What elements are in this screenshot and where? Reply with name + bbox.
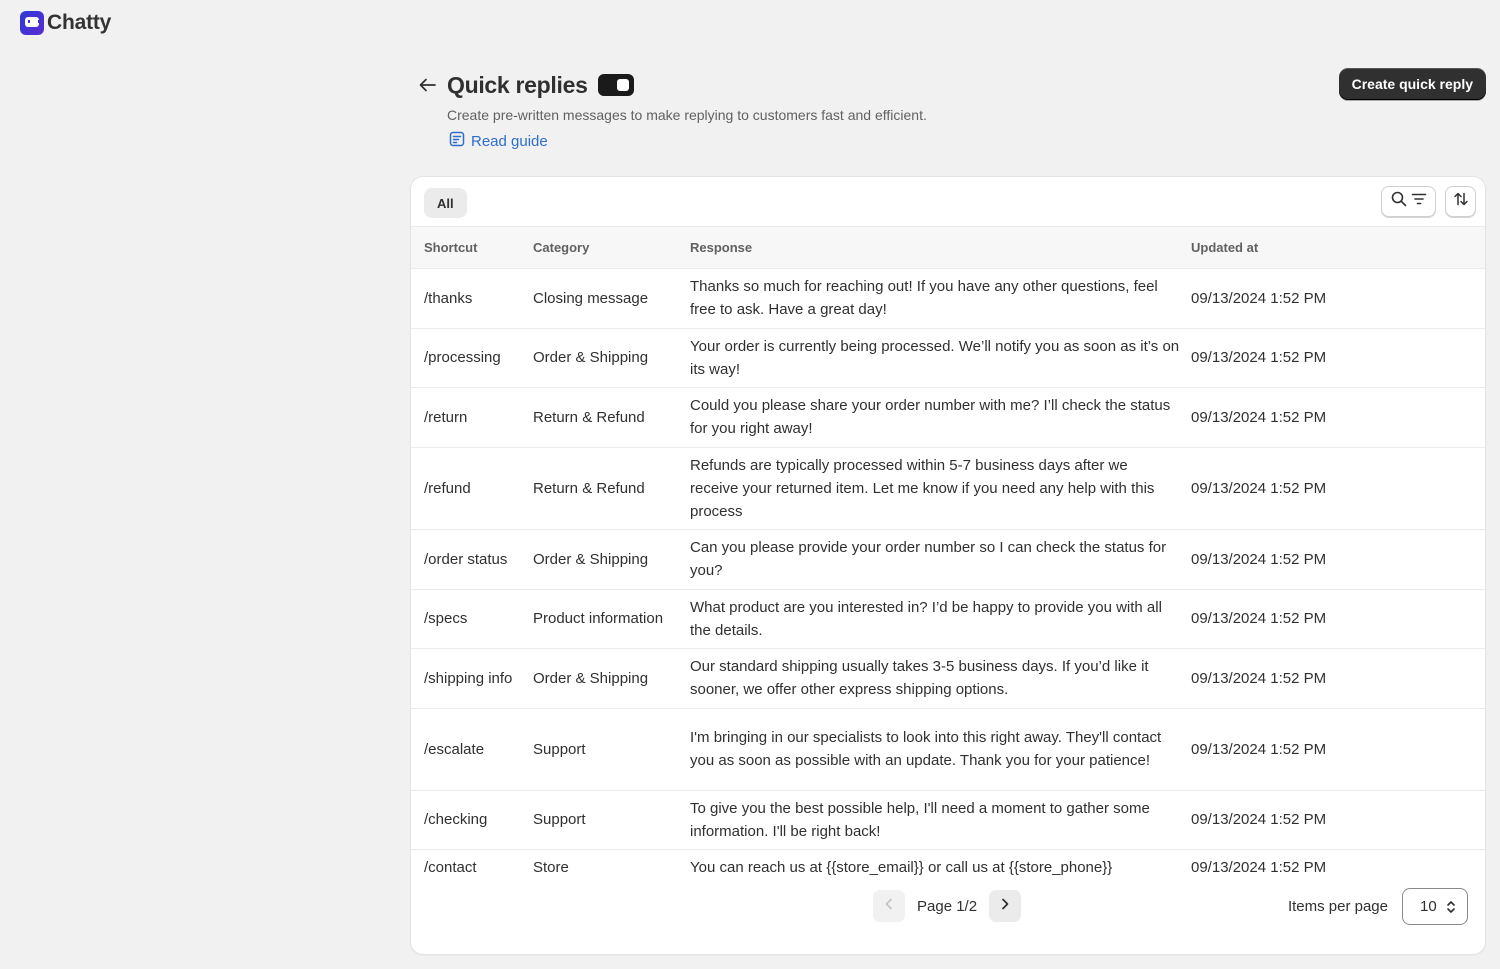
page-indicator: Page 1/2: [917, 897, 978, 915]
read-guide-link[interactable]: Read guide: [449, 131, 548, 151]
next-page-button[interactable]: [989, 890, 1022, 922]
cell-shortcut: /return: [424, 408, 468, 426]
chevron-right-icon: [1000, 897, 1010, 915]
page-header: Quick replies Create pre-written message…: [416, 68, 1486, 152]
table-row[interactable]: /escalate Support I'm bringing in our sp…: [411, 708, 1485, 790]
tab-all[interactable]: All: [424, 188, 467, 218]
cell-updated-at: 09/13/2024 1:52 PM: [1191, 289, 1327, 307]
search-icon: [1391, 191, 1407, 212]
items-per-page-label: Items per page: [1287, 898, 1388, 915]
table-row[interactable]: /refund Return & Refund Refunds are typi…: [411, 447, 1485, 529]
search-filter-button[interactable]: [1381, 186, 1436, 217]
sort-button[interactable]: [1445, 186, 1476, 217]
cell-updated-at: 09/13/2024 1:52 PM: [1191, 349, 1327, 366]
cell-response: What product are you interested in? I’d …: [690, 598, 1162, 639]
cell-shortcut: /specs: [424, 610, 468, 627]
cell-response: To give you the best possible help, I'll…: [690, 799, 1150, 840]
cell-shortcut: /refund: [424, 479, 471, 497]
cell-response: I'm bringing in our specialists to look …: [690, 729, 1162, 769]
table-footer: Page 1/2 Items per page 10: [411, 880, 1485, 954]
chevron-up-down-icon: [1446, 899, 1456, 919]
previous-page-button[interactable]: [873, 890, 905, 922]
arrow-left-icon[interactable]: [416, 74, 438, 96]
cell-updated-at: 09/13/2024 1:52 PM: [1191, 610, 1327, 627]
cell-updated-at: 09/13/2024 1:52 PM: [1191, 740, 1327, 758]
column-header-updated-at[interactable]: Updated at: [1184, 227, 1485, 268]
filter-lines-icon: [1411, 192, 1427, 211]
table-row[interactable]: /shipping info Order & Shipping Our stan…: [411, 648, 1485, 708]
table-row[interactable]: /order status Order & Shipping Can you p…: [411, 529, 1485, 589]
items-per-page-select[interactable]: 10: [1402, 888, 1468, 925]
cell-response: Our standard shipping usually takes 3-5 …: [690, 658, 1149, 698]
cell-response: Your order is currently being processed.…: [690, 337, 1180, 378]
cell-updated-at: 09/13/2024 1:52 PM: [1191, 479, 1327, 497]
items-per-page-value: 10: [1420, 898, 1437, 915]
cell-category: Return & Refund: [533, 408, 645, 426]
create-quick-reply-button[interactable]: Create quick reply: [1338, 68, 1486, 100]
cell-response: Thanks so much for reaching out! If you …: [690, 278, 1158, 318]
cell-shortcut: /escalate: [424, 740, 485, 758]
cell-category: Product information: [533, 610, 664, 627]
table-toolbar: All: [411, 177, 1485, 227]
cell-category: Support: [533, 811, 586, 828]
cell-updated-at: 09/13/2024 1:52 PM: [1191, 408, 1327, 426]
read-guide-label: Read guide: [471, 132, 548, 150]
cell-category: Order & Shipping: [533, 550, 649, 568]
pagination: Page 1/2: [873, 890, 1022, 922]
quick-replies-table: Shortcut Category Response Updated at /t…: [411, 227, 1485, 886]
cell-category: Order & Shipping: [533, 669, 649, 687]
page-subtitle: Create pre-written messages to make repl…: [447, 107, 927, 123]
document-icon: [449, 131, 465, 151]
page-title: Quick replies: [447, 71, 588, 98]
cell-shortcut: /checking: [424, 811, 488, 828]
table-row[interactable]: /checking Support To give you the best p…: [411, 790, 1485, 849]
column-header-response[interactable]: Response: [677, 227, 1184, 268]
sort-arrows-icon: [1453, 191, 1469, 212]
table-row[interactable]: /processing Order & Shipping Your order …: [411, 328, 1485, 387]
app-logo: Chatty: [20, 11, 111, 35]
table-row[interactable]: /return Return & Refund Could you please…: [411, 387, 1485, 447]
table-header-row: Shortcut Category Response Updated at: [411, 227, 1485, 268]
cell-shortcut: /thanks: [424, 289, 473, 307]
cell-response: Could you please share your order number…: [690, 397, 1171, 437]
cell-shortcut: /shipping info: [424, 669, 513, 687]
quick-replies-card: All Shortcut Category Response Updated a…: [411, 177, 1485, 954]
cell-category: Return & Refund: [533, 479, 645, 497]
column-header-shortcut[interactable]: Shortcut: [411, 227, 524, 268]
cell-updated-at: 09/13/2024 1:52 PM: [1191, 669, 1327, 687]
chevron-left-icon: [884, 897, 894, 915]
cell-response: Can you please provide your order number…: [690, 539, 1167, 579]
cell-category: Support: [533, 740, 586, 758]
chatty-logo-icon: [20, 11, 44, 35]
table-row[interactable]: /thanks Closing message Thanks so much f…: [411, 268, 1485, 328]
cell-category: Closing message: [533, 289, 649, 307]
cell-updated-at: 09/13/2024 1:52 PM: [1191, 811, 1327, 828]
cell-response: Refunds are typically processed within 5…: [690, 456, 1155, 520]
table-row[interactable]: /specs Product information What product …: [411, 589, 1485, 648]
cell-category: Order & Shipping: [533, 349, 649, 366]
feature-toggle[interactable]: [597, 74, 634, 96]
cell-shortcut: /order status: [424, 550, 508, 568]
cell-updated-at: 09/13/2024 1:52 PM: [1191, 550, 1327, 568]
cell-shortcut: /processing: [424, 349, 501, 366]
column-header-category[interactable]: Category: [524, 227, 677, 268]
app-name: Chatty: [47, 11, 112, 34]
